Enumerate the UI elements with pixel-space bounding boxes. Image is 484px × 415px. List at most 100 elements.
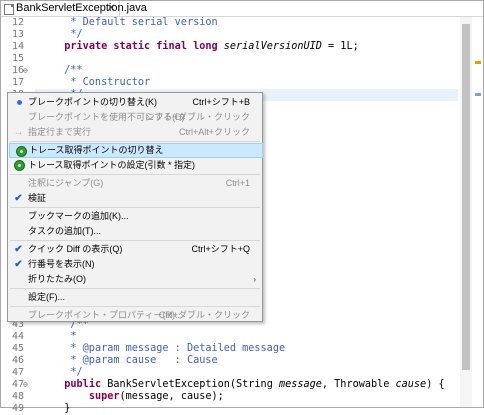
menu-item-label: 検証 bbox=[28, 193, 47, 203]
code-text: * Constructor bbox=[52, 77, 150, 89]
java-file-icon bbox=[4, 4, 14, 15]
menu-item[interactable]: ブレークポイントの切り替え(K) Ctrl+シフト+B bbox=[8, 95, 262, 110]
menu-item-shortcut: シフト+ダブル・クリック bbox=[145, 112, 250, 122]
code-line[interactable]: 13 */ bbox=[1, 29, 459, 41]
breakpoint-icon bbox=[17, 100, 22, 105]
code-line[interactable]: 45 * @param message : Detailed message bbox=[1, 343, 459, 355]
line-number: 46 bbox=[12, 355, 25, 366]
menu-item[interactable]: タスクの追加(T)... bbox=[8, 224, 262, 239]
menu-item[interactable]: ✔ クイック Diff の表示(Q) Ctrl+シフト+Q bbox=[8, 242, 262, 257]
menu-item-label: ブレークポイントの切り替え(K) bbox=[28, 97, 157, 107]
menu-item-shortcut: Ctrl+シフト+B bbox=[192, 97, 250, 107]
code-text: super(message, cause); bbox=[52, 391, 224, 403]
menu-item[interactable]: 注釈にジャンプ(G) Ctrl+1 bbox=[8, 176, 262, 191]
menu-item[interactable]: ブックマークの追加(K)... bbox=[8, 209, 262, 224]
code-text: /** bbox=[52, 65, 83, 77]
code-line[interactable]: 17 * Constructor bbox=[1, 77, 459, 89]
code-line[interactable]: 14 private static final long serialVersi… bbox=[1, 41, 459, 53]
code-token: super bbox=[88, 391, 120, 402]
code-text: * Default serial version bbox=[52, 17, 218, 29]
code-token: public bbox=[64, 379, 102, 390]
code-line[interactable]: 44 * bbox=[1, 331, 459, 343]
overview-ruler-marker[interactable] bbox=[475, 93, 481, 96]
code-token: , Throwable bbox=[321, 379, 396, 390]
code-token: serialVersionUID bbox=[223, 41, 322, 52]
code-text: * bbox=[52, 331, 76, 343]
code-text: private static final long serialVersionU… bbox=[52, 41, 359, 53]
editor-tab-bar: BankServletException.java ✕ bbox=[1, 1, 483, 17]
line-number: 47 bbox=[12, 367, 25, 378]
code-line[interactable]: 47 ⊖ public BankServletException(String m… bbox=[1, 379, 459, 391]
code-token: * bbox=[52, 17, 83, 28]
tracepoint-icon bbox=[14, 160, 25, 171]
menu-item[interactable]: ブレークポイント・プロパティー(R)... Ctrl+ダブル・クリック bbox=[8, 308, 262, 323]
run-to-line-icon: → bbox=[13, 127, 24, 138]
code-text: * @param message : Detailed message bbox=[52, 343, 285, 355]
code-token: } bbox=[52, 403, 71, 414]
code-token: cause : Cause bbox=[119, 355, 218, 366]
menu-item[interactable]: トレース取得ポイントの切り替え bbox=[9, 143, 263, 158]
line-number: 49 bbox=[12, 403, 25, 414]
code-token: Default serial version bbox=[82, 17, 218, 28]
menu-separator bbox=[10, 288, 260, 289]
menu-item[interactable]: 折りたたみ(O) › bbox=[8, 272, 262, 287]
code-token: private static final long bbox=[64, 41, 218, 52]
check-icon: ✔ bbox=[14, 244, 23, 255]
code-line[interactable]: 15 bbox=[1, 53, 459, 65]
code-line[interactable]: 47 */ bbox=[1, 367, 459, 379]
menu-item[interactable]: ✔ 行番号を表示(N) bbox=[8, 257, 262, 272]
tab-label: BankServletException.java bbox=[16, 2, 147, 14]
code-line[interactable]: 12 * Default serial version bbox=[1, 17, 459, 29]
code-token: @param bbox=[82, 343, 120, 354]
submenu-arrow-icon: › bbox=[253, 275, 256, 284]
code-token: cause bbox=[395, 379, 427, 390]
menu-item[interactable]: トレース取得ポイントの設定(引数 * 指定) bbox=[8, 158, 262, 173]
line-number: 45 bbox=[12, 343, 25, 354]
overview-ruler-marker[interactable] bbox=[475, 61, 481, 64]
line-number: 44 bbox=[12, 331, 25, 342]
fold-toggle-icon[interactable]: ⊖ bbox=[23, 65, 28, 77]
context-menu: ブレークポイントの切り替え(K) Ctrl+シフト+B ブレークポイントを使用不可に… bbox=[7, 92, 263, 322]
menu-separator bbox=[10, 174, 260, 175]
code-token: /** bbox=[52, 65, 83, 76]
menu-item-label: 行番号を表示(N) bbox=[28, 259, 95, 269]
menu-item[interactable]: 設定(F)... bbox=[8, 290, 262, 305]
fold-toggle-icon[interactable]: ⊖ bbox=[23, 379, 28, 391]
tab-bankservletexception[interactable]: BankServletException.java ✕ bbox=[1, 1, 147, 16]
code-token: * bbox=[52, 343, 83, 354]
code-line[interactable]: 16 ⊖ /** bbox=[1, 65, 459, 77]
menu-item[interactable]: → 指定行まで実行 Ctrl+Alt+クリック bbox=[8, 125, 262, 140]
code-token: ) { bbox=[426, 379, 445, 390]
code-token: = 1L; bbox=[321, 41, 359, 52]
code-token: * bbox=[52, 355, 83, 366]
code-token: (message, cause); bbox=[119, 391, 224, 402]
menu-item-label: タスクの追加(T)... bbox=[28, 226, 101, 236]
code-token: */ bbox=[52, 367, 83, 378]
menu-item-label: トレース取得ポイントの設定(引数 * 指定) bbox=[28, 160, 196, 170]
menu-item-shortcut: Ctrl+Alt+クリック bbox=[178, 127, 250, 137]
menu-item[interactable]: ✔ 検証 bbox=[8, 191, 262, 206]
code-line[interactable]: 49 } bbox=[1, 403, 459, 415]
code-text: */ bbox=[52, 29, 82, 41]
code-text: * @param cause : Cause bbox=[52, 355, 218, 367]
code-line[interactable]: 48 super(message, cause); bbox=[1, 391, 459, 403]
code-text: public BankServletException(String messa… bbox=[52, 379, 445, 391]
menu-item-shortcut: Ctrl+1 bbox=[225, 178, 250, 188]
scrollbar-thumb[interactable] bbox=[462, 24, 470, 370]
tracepoint-icon bbox=[16, 146, 27, 157]
menu-item-label: クイック Diff の表示(Q) bbox=[28, 244, 123, 254]
code-line[interactable]: 46 * @param cause : Cause bbox=[1, 355, 459, 367]
close-icon[interactable]: ✕ bbox=[107, 1, 115, 16]
menu-item-label: 設定(F)... bbox=[28, 292, 65, 302]
menu-item-label: 折りたたみ(O) bbox=[28, 274, 86, 284]
menu-item-label: 指定行まで実行 bbox=[28, 127, 92, 137]
menu-item-shortcut: Ctrl+シフト+Q bbox=[191, 244, 250, 254]
code-token: * Constructor bbox=[52, 77, 151, 88]
menu-item[interactable]: ブレークポイントを使用不可にする(D) シフト+ダブル・クリック bbox=[8, 110, 262, 125]
menu-separator bbox=[10, 306, 260, 307]
line-number: 16 bbox=[12, 65, 25, 76]
line-number: 15 bbox=[12, 53, 25, 64]
vertical-scrollbar[interactable] bbox=[460, 17, 472, 407]
code-token: message : Detailed message bbox=[119, 343, 286, 354]
